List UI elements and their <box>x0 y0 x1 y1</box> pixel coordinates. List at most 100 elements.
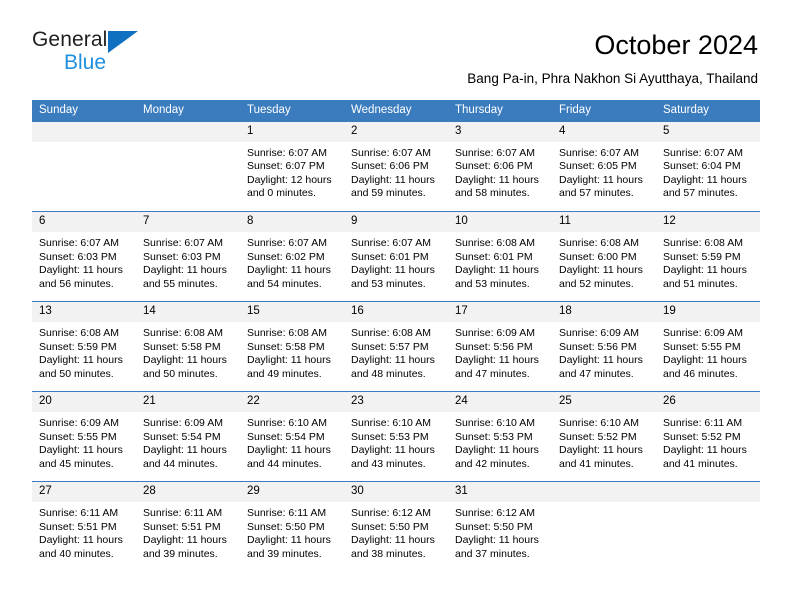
daylight-text-line1: Daylight: 11 hours <box>39 444 123 457</box>
daylight-text-line2: and 51 minutes. <box>663 277 738 290</box>
day-number <box>136 121 240 142</box>
day-details: Sunrise: 6:08 AM Sunset: 5:59 PM Daylight:… <box>656 232 760 291</box>
calendar-day-cell[interactable]: 24 Sunrise: 6:10 AM Sunset: 5:53 PM Dayligh… <box>448 391 552 482</box>
calendar-day-cell[interactable]: 4 Sunrise: 6:07 AM Sunset: 6:05 PM Daylight… <box>552 121 656 212</box>
daylight-text-line1: Daylight: 12 hours <box>247 173 332 186</box>
calendar-day-cell[interactable]: 11 Sunrise: 6:08 AM Sunset: 6:00 PM Dayligh… <box>552 211 656 302</box>
calendar-day-cell[interactable]: 20 Sunrise: 6:09 AM Sunset: 5:55 PM Dayligh… <box>32 391 136 482</box>
calendar-day-cell[interactable]: 2 Sunrise: 6:07 AM Sunset: 6:06 PM Daylight… <box>344 121 448 212</box>
daylight-text-line2: and 57 minutes. <box>559 187 634 200</box>
general-blue-logo[interactable]: General Blue <box>32 28 152 80</box>
calendar-day-cell[interactable]: 26 Sunrise: 6:11 AM Sunset: 5:52 PM Dayligh… <box>656 391 760 482</box>
calendar-week-row: 27 Sunrise: 6:11 AM Sunset: 5:51 PM Dayligh… <box>32 481 760 572</box>
daylight-text-line1: Daylight: 11 hours <box>247 444 331 457</box>
daylight-text-line1: Daylight: 11 hours <box>455 444 539 457</box>
day-number: 27 <box>32 482 136 503</box>
calendar-day-cell[interactable]: 6 Sunrise: 6:07 AM Sunset: 6:03 PM Daylight… <box>32 211 136 302</box>
daylight-text-line2: and 56 minutes. <box>39 277 114 290</box>
calendar-day-cell-empty <box>552 481 656 572</box>
calendar-day-cell[interactable]: 27 Sunrise: 6:11 AM Sunset: 5:51 PM Dayligh… <box>32 481 136 572</box>
day-number: 10 <box>448 212 552 233</box>
day-number: 24 <box>448 392 552 413</box>
day-details: Sunrise: 6:08 AM Sunset: 5:58 PM Daylight:… <box>240 322 344 381</box>
daylight-text-line1: Daylight: 11 hours <box>39 264 123 277</box>
calendar-day-cell[interactable]: 28 Sunrise: 6:11 AM Sunset: 5:51 PM Dayligh… <box>136 481 240 572</box>
calendar-day-cell[interactable]: 21 Sunrise: 6:09 AM Sunset: 5:54 PM Dayligh… <box>136 391 240 482</box>
day-number <box>32 121 136 142</box>
calendar-day-cell[interactable]: 16 Sunrise: 6:08 AM Sunset: 5:57 PM Dayligh… <box>344 301 448 392</box>
day-details: Sunrise: 6:07 AM Sunset: 6:07 PM Daylight:… <box>240 142 344 201</box>
daylight-text-line2: and 43 minutes. <box>351 457 426 470</box>
calendar-day-cell[interactable]: 1 Sunrise: 6:07 AM Sunset: 6:07 PM Daylight… <box>240 121 344 212</box>
calendar-day-cell[interactable]: 31 Sunrise: 6:12 AM Sunset: 5:50 PM Dayligh… <box>448 481 552 572</box>
calendar-day-cell[interactable]: 8 Sunrise: 6:07 AM Sunset: 6:02 PM Daylight… <box>240 211 344 302</box>
calendar-day-cell[interactable]: 30 Sunrise: 6:12 AM Sunset: 5:50 PM Dayligh… <box>344 481 448 572</box>
calendar-body: 1 Sunrise: 6:07 AM Sunset: 6:07 PM Daylight… <box>32 121 760 572</box>
daylight-text-line2: and 55 minutes. <box>143 277 218 290</box>
calendar-day-cell[interactable]: 22 Sunrise: 6:10 AM Sunset: 5:54 PM Dayligh… <box>240 391 344 482</box>
title-block: October 2024 Bang Pa-in, Phra Nakhon Si … <box>152 28 758 87</box>
calendar-day-cell[interactable]: 17 Sunrise: 6:09 AM Sunset: 5:56 PM Dayligh… <box>448 301 552 392</box>
sunrise-text: Sunrise: 6:09 AM <box>663 327 743 340</box>
sunrise-text: Sunrise: 6:08 AM <box>143 327 223 340</box>
calendar-day-cell[interactable]: 19 Sunrise: 6:09 AM Sunset: 5:55 PM Dayligh… <box>656 301 760 392</box>
day-number: 2 <box>344 121 448 142</box>
day-details: Sunrise: 6:07 AM Sunset: 6:03 PM Daylight:… <box>136 232 240 291</box>
calendar-day-cell[interactable]: 12 Sunrise: 6:08 AM Sunset: 5:59 PM Dayligh… <box>656 211 760 302</box>
daylight-text-line1: Daylight: 11 hours <box>559 354 643 367</box>
weekday-header-friday: Friday <box>552 100 656 122</box>
calendar-day-cell[interactable]: 15 Sunrise: 6:08 AM Sunset: 5:58 PM Dayligh… <box>240 301 344 392</box>
calendar-day-cell[interactable]: 13 Sunrise: 6:08 AM Sunset: 5:59 PM Dayligh… <box>32 301 136 392</box>
day-number: 7 <box>136 212 240 233</box>
calendar-day-cell[interactable]: 18 Sunrise: 6:09 AM Sunset: 5:56 PM Dayligh… <box>552 301 656 392</box>
sunset-text: Sunset: 5:58 PM <box>247 340 325 353</box>
day-number: 29 <box>240 482 344 503</box>
day-number: 11 <box>552 212 656 233</box>
calendar-day-cell[interactable]: 23 Sunrise: 6:10 AM Sunset: 5:53 PM Dayligh… <box>344 391 448 482</box>
sunset-text: Sunset: 6:02 PM <box>247 250 325 263</box>
sunrise-text: Sunrise: 6:11 AM <box>663 417 743 430</box>
sunrise-text: Sunrise: 6:10 AM <box>247 417 327 430</box>
daylight-text-line2: and 53 minutes. <box>351 277 426 290</box>
sunset-text: Sunset: 6:04 PM <box>663 160 741 173</box>
sunset-text: Sunset: 5:50 PM <box>351 520 429 533</box>
daylight-text-line1: Daylight: 11 hours <box>247 534 331 547</box>
calendar-day-cell[interactable]: 29 Sunrise: 6:11 AM Sunset: 5:50 PM Dayligh… <box>240 481 344 572</box>
sunrise-text: Sunrise: 6:10 AM <box>351 417 431 430</box>
daylight-text-line1: Daylight: 11 hours <box>559 173 643 186</box>
day-number: 15 <box>240 302 344 323</box>
daylight-text-line1: Daylight: 11 hours <box>663 264 747 277</box>
daylight-text-line1: Daylight: 11 hours <box>455 173 539 186</box>
day-number <box>552 482 656 503</box>
sunrise-text: Sunrise: 6:07 AM <box>663 146 743 159</box>
day-details: Sunrise: 6:09 AM Sunset: 5:54 PM Daylight:… <box>136 412 240 471</box>
day-number: 12 <box>656 212 760 233</box>
weekday-header-tuesday: Tuesday <box>240 100 344 122</box>
daylight-text-line2: and 45 minutes. <box>39 457 114 470</box>
daylight-text-line2: and 50 minutes. <box>39 367 114 380</box>
calendar-day-cell[interactable]: 5 Sunrise: 6:07 AM Sunset: 6:04 PM Daylight… <box>656 121 760 212</box>
sunset-text: Sunset: 6:00 PM <box>559 250 637 263</box>
daylight-text-line2: and 59 minutes. <box>351 187 426 200</box>
sunset-text: Sunset: 6:01 PM <box>455 250 533 263</box>
daylight-text-line1: Daylight: 11 hours <box>39 354 123 367</box>
daylight-text-line1: Daylight: 11 hours <box>663 354 747 367</box>
daylight-text-line2: and 53 minutes. <box>455 277 530 290</box>
calendar-day-cell[interactable]: 7 Sunrise: 6:07 AM Sunset: 6:03 PM Daylight… <box>136 211 240 302</box>
calendar-day-cell[interactable]: 14 Sunrise: 6:08 AM Sunset: 5:58 PM Dayligh… <box>136 301 240 392</box>
logo-text-general: General <box>32 28 108 51</box>
day-details: Sunrise: 6:12 AM Sunset: 5:50 PM Daylight:… <box>344 502 448 561</box>
sunrise-text: Sunrise: 6:08 AM <box>351 327 431 340</box>
sunrise-text: Sunrise: 6:12 AM <box>455 507 535 520</box>
day-details: Sunrise: 6:07 AM Sunset: 6:01 PM Daylight:… <box>344 232 448 291</box>
calendar-day-cell[interactable]: 3 Sunrise: 6:07 AM Sunset: 6:06 PM Daylight… <box>448 121 552 212</box>
daylight-text-line2: and 58 minutes. <box>455 187 530 200</box>
day-details: Sunrise: 6:09 AM Sunset: 5:56 PM Daylight:… <box>552 322 656 381</box>
sunrise-text: Sunrise: 6:07 AM <box>351 146 431 159</box>
sunset-text: Sunset: 6:03 PM <box>143 250 221 263</box>
daylight-text-line1: Daylight: 11 hours <box>143 534 227 547</box>
calendar-day-cell[interactable]: 25 Sunrise: 6:10 AM Sunset: 5:52 PM Dayligh… <box>552 391 656 482</box>
calendar-day-cell[interactable]: 10 Sunrise: 6:08 AM Sunset: 6:01 PM Dayligh… <box>448 211 552 302</box>
sunset-text: Sunset: 5:50 PM <box>455 520 533 533</box>
calendar-day-cell[interactable]: 9 Sunrise: 6:07 AM Sunset: 6:01 PM Daylight… <box>344 211 448 302</box>
